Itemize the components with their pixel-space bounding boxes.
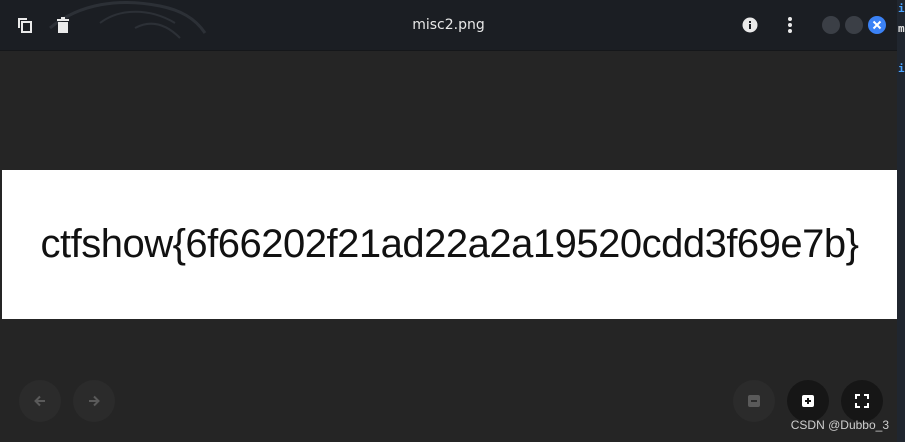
next-image-button[interactable] [73,380,115,422]
minimize-button[interactable] [822,16,840,34]
title-bar: misc2.png [0,0,897,51]
background-window-strip: i m i [897,0,905,442]
zoom-out-button[interactable] [733,380,775,422]
strip-char: i [898,62,905,75]
previous-image-button[interactable] [19,380,61,422]
image-flag-text: ctfshow{6f66202f21ad22a2a19520cdd3f69e7b… [40,222,859,266]
strip-char: m [898,22,905,35]
zoom-in-icon [802,395,814,407]
copy-button[interactable] [12,12,38,38]
strip-char: i [898,2,905,15]
more-options-button[interactable] [777,12,803,38]
close-button[interactable] [868,16,886,34]
more-vert-icon [788,17,792,33]
image-viewer-window: misc2.png ctfshow{6f66202f21ad22a2a19520… [0,0,905,442]
info-button[interactable] [737,12,763,38]
watermark: CSDN @Dubbo_3 [790,418,889,432]
info-icon [742,17,758,33]
fullscreen-button[interactable] [841,380,883,422]
zoom-in-button[interactable] [787,380,829,422]
trash-icon [57,17,69,33]
close-icon [872,20,882,30]
copy-icon [18,18,32,33]
fullscreen-icon [855,394,869,408]
maximize-button[interactable] [845,16,863,34]
displayed-image: ctfshow{6f66202f21ad22a2a19520cdd3f69e7b… [2,170,897,319]
delete-button[interactable] [50,12,76,38]
zoom-out-icon [748,395,760,407]
arrow-right-icon [89,395,100,407]
arrow-left-icon [34,395,45,407]
